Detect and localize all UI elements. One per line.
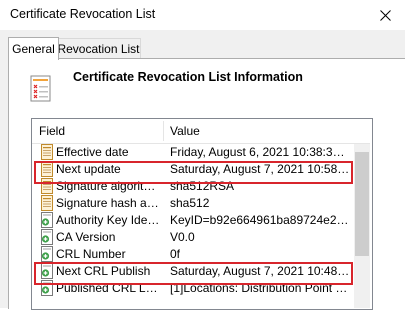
extension-icon — [40, 229, 54, 245]
tab-general-label: General — [12, 42, 55, 56]
row-value: V0.0 — [170, 230, 195, 244]
row-field: CRL Number — [56, 247, 126, 261]
close-icon — [379, 9, 391, 21]
column-header-value[interactable]: Value — [170, 124, 200, 138]
vertical-scrollbar[interactable] — [354, 144, 370, 308]
row-field: Signature hash alg... — [56, 196, 160, 210]
list-row[interactable]: CA Version V0.0 — [32, 229, 352, 246]
column-header-field[interactable]: Field — [39, 124, 65, 138]
tab-revocation-list[interactable]: Revocation List — [57, 38, 141, 59]
highlight-next-update — [34, 161, 353, 184]
row-value: 0f — [170, 247, 181, 261]
list-row[interactable]: Authority Key Iden... KeyID=b92e664961ba8… — [32, 212, 352, 229]
row-value: KeyID=b92e664961ba89724e282... — [170, 213, 350, 227]
title-bar: Certificate Revocation List — [0, 0, 405, 30]
tab-revocation-list-label: Revocation List — [57, 42, 140, 56]
extension-icon — [40, 246, 54, 262]
row-field: Effective date — [56, 145, 129, 159]
row-value: Friday, August 6, 2021 10:38:32 AM — [170, 145, 350, 159]
row-field: Authority Key Iden... — [56, 213, 160, 227]
list-row[interactable]: CRL Number 0f — [32, 246, 352, 263]
info-heading: Certificate Revocation List Information — [73, 70, 303, 84]
document-icon — [40, 144, 54, 160]
window-title: Certificate Revocation List — [10, 7, 156, 21]
list-row[interactable]: Effective date Friday, August 6, 2021 10:… — [32, 144, 352, 161]
list-row[interactable]: Signature hash alg... sha512 — [32, 195, 352, 212]
row-value: sha512 — [170, 196, 210, 210]
close-button[interactable] — [365, 0, 405, 30]
highlight-next-crl-publish — [34, 262, 353, 285]
column-divider[interactable] — [163, 121, 164, 141]
scroll-thumb[interactable] — [355, 152, 369, 256]
certificate-list-icon — [30, 75, 51, 102]
extension-icon — [40, 212, 54, 228]
tab-general[interactable]: General — [8, 37, 59, 60]
row-field: CA Version — [56, 230, 116, 244]
list-header: Field Value — [32, 119, 370, 144]
document-icon — [40, 195, 54, 211]
